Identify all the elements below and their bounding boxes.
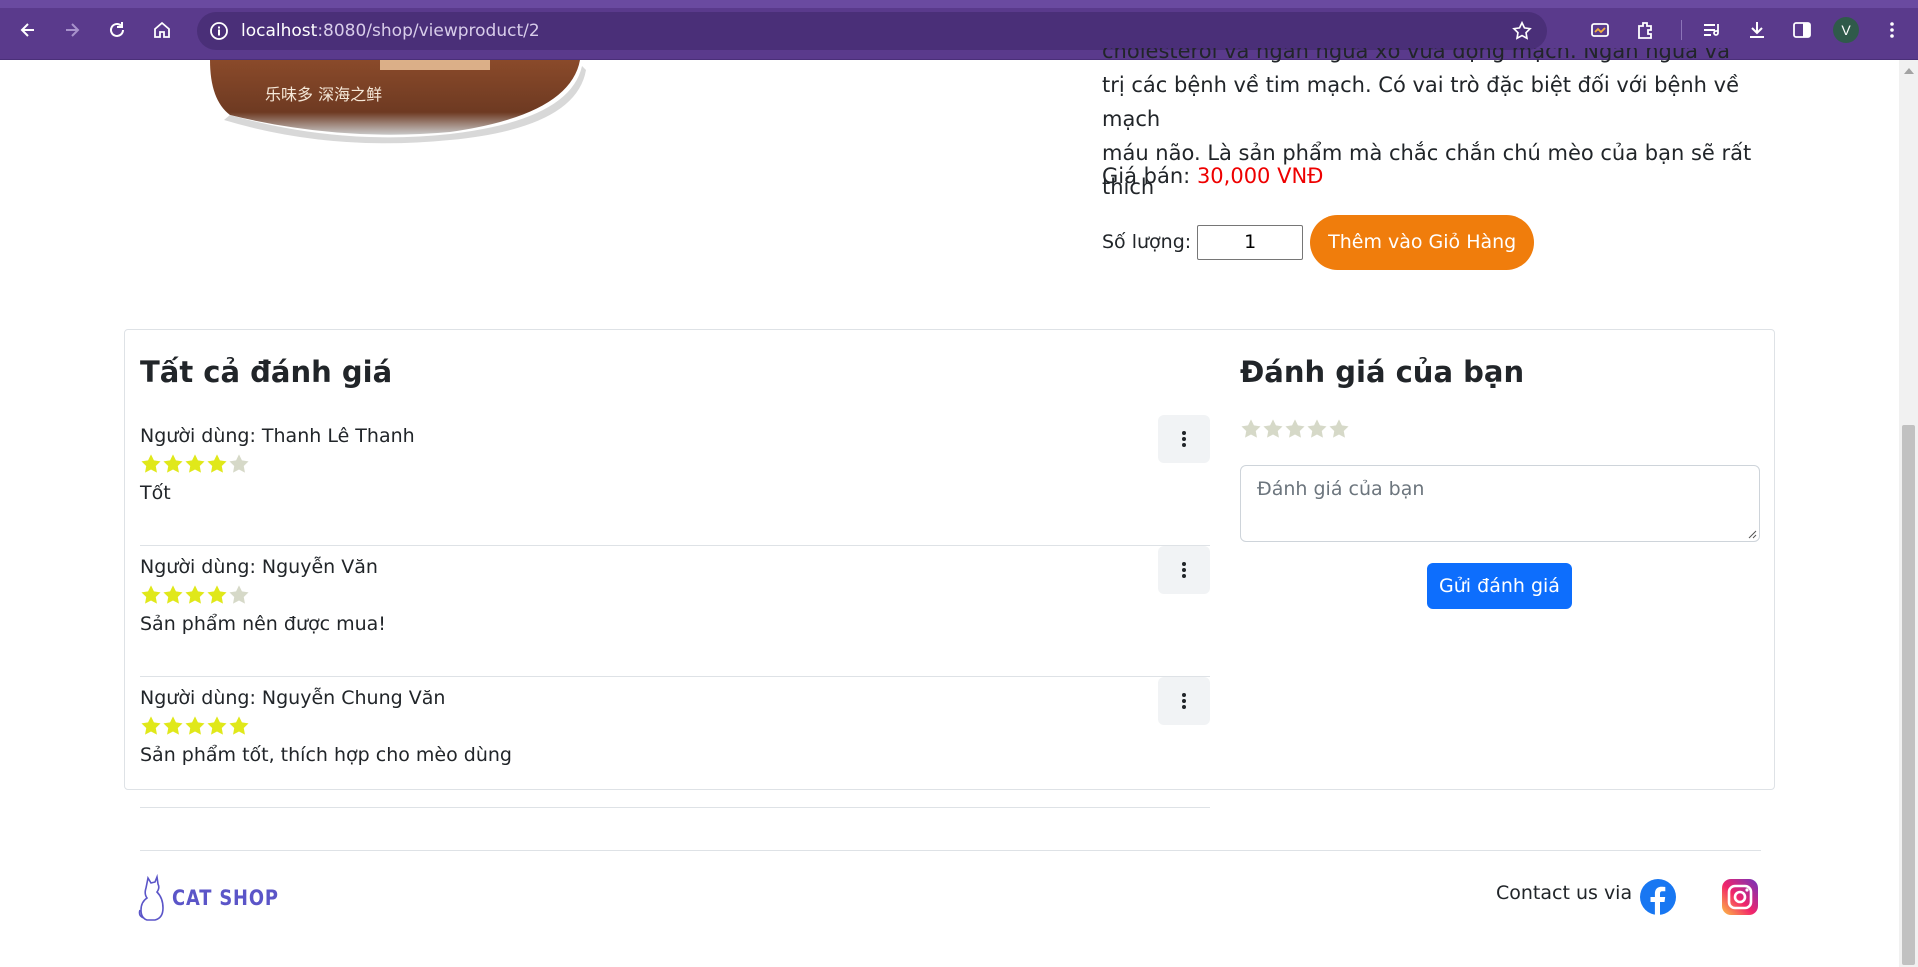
star-icon [141, 454, 161, 473]
star-icon [207, 454, 227, 473]
star-icon[interactable] [1328, 418, 1350, 440]
media-icon[interactable] [1586, 16, 1614, 44]
kebab-icon [1182, 431, 1186, 447]
description-line: trị các bệnh về tim mạch. Có vai trò đặc… [1102, 73, 1740, 131]
download-icon[interactable] [1743, 16, 1771, 44]
star-icon[interactable] [1284, 418, 1306, 440]
star-icon [163, 454, 183, 473]
quantity-label: Số lượng: [1102, 231, 1192, 253]
review-stars [140, 584, 250, 606]
star-icon[interactable] [1240, 418, 1262, 440]
brand-name: CAT SHOP [172, 886, 279, 910]
cat-shop-logo[interactable]: CAT SHOP [138, 872, 298, 924]
side-panel-icon[interactable] [1788, 16, 1816, 44]
star-icon [229, 454, 249, 473]
url-text[interactable]: localhost:8080/shop/viewproduct/2 [241, 21, 540, 41]
toolbar-divider [1681, 20, 1682, 40]
add-to-cart-button[interactable]: Thêm vào Giỏ Hàng [1310, 214, 1535, 270]
star-icon [163, 716, 183, 735]
home-icon[interactable] [146, 14, 178, 46]
review-text: Tốt [140, 482, 171, 504]
page-scrollbar[interactable] [1899, 60, 1918, 967]
profile-avatar[interactable]: V [1833, 17, 1859, 43]
resize-grip-icon[interactable] [1748, 530, 1757, 539]
site-info-icon[interactable] [205, 17, 233, 45]
reload-icon[interactable] [101, 14, 133, 46]
star-icon [185, 585, 205, 604]
address-bar[interactable]: localhost:8080/shop/viewproduct/2 [197, 12, 1547, 50]
reading-list-icon[interactable] [1698, 16, 1726, 44]
star-icon[interactable] [1262, 418, 1284, 440]
menu-kebab-icon[interactable] [1878, 16, 1906, 44]
star-icon [185, 716, 205, 735]
url-host: localhost [241, 21, 318, 41]
price-label: Giá bán: [1102, 164, 1191, 188]
kebab-icon [1182, 562, 1186, 578]
review-user: Người dùng: Thanh Lê Thanh [140, 425, 415, 447]
kebab-icon [1182, 693, 1186, 709]
review-item: Người dùng: Nguyễn Chung Văn Sản phẩm tố… [140, 677, 1210, 808]
my-review-textarea[interactable] [1240, 465, 1760, 542]
cat-logo-icon [138, 873, 164, 921]
product-image: 乐味多 深海之鲜 [210, 60, 590, 145]
submit-review-button[interactable]: Gửi đánh giá [1427, 563, 1572, 609]
my-rating-stars[interactable] [1240, 418, 1350, 440]
quantity-input[interactable] [1197, 224, 1304, 260]
review-item: Người dùng: Nguyễn Văn Sản phẩm nên được… [140, 546, 1210, 677]
review-menu-button[interactable] [1158, 546, 1210, 594]
forward-icon[interactable] [56, 14, 88, 46]
back-icon[interactable] [12, 14, 44, 46]
review-text: Sản phẩm tốt, thích hợp cho mèo dùng [140, 744, 512, 766]
tab-strip [0, 0, 1918, 8]
extensions-icon[interactable] [1631, 16, 1659, 44]
review-stars [140, 715, 250, 737]
star-icon [229, 585, 249, 604]
review-item: Người dùng: Thanh Lê Thanh Tốt [140, 415, 1210, 546]
star-icon[interactable] [1306, 418, 1328, 440]
star-icon [141, 716, 161, 735]
quantity-row: Số lượng: Thêm vào Giỏ Hàng [1102, 214, 1535, 270]
contact-label: Contact us via [1496, 882, 1633, 904]
review-text: Sản phẩm nên được mua! [140, 613, 386, 635]
star-icon [141, 585, 161, 604]
all-reviews-title: Tất cả đánh giá [140, 355, 393, 389]
my-review-title: Đánh giá của bạn [1240, 355, 1525, 389]
instagram-icon[interactable] [1721, 878, 1759, 916]
star-icon [207, 716, 227, 735]
footer-divider [140, 850, 1761, 851]
star-icon [185, 454, 205, 473]
facebook-icon[interactable] [1639, 878, 1677, 916]
scroll-up-arrow[interactable] [1904, 68, 1914, 74]
description-partial-text: cholesterol và ngăn ngừa xơ vữa động mạc… [1102, 48, 1730, 63]
bookmark-star-icon[interactable] [1509, 18, 1535, 44]
description-partial-line: cholesterol và ngăn ngừa xơ vữa động mạc… [1102, 48, 1762, 68]
price-row: Giá bán: 30,000 VNĐ [1102, 164, 1323, 188]
star-icon [207, 585, 227, 604]
price-value: 30,000 VNĐ [1196, 164, 1324, 188]
star-icon [163, 585, 183, 604]
review-menu-button[interactable] [1158, 677, 1210, 725]
star-icon [229, 716, 249, 735]
review-menu-button[interactable] [1158, 415, 1210, 463]
review-stars [140, 453, 250, 475]
review-user: Người dùng: Nguyễn Chung Văn [140, 687, 446, 709]
review-user: Người dùng: Nguyễn Văn [140, 556, 378, 578]
url-path: :8080/shop/viewproduct/2 [317, 21, 540, 41]
product-image-text: 乐味多 深海之鲜 [265, 85, 382, 104]
scrollbar-thumb[interactable] [1902, 425, 1915, 965]
